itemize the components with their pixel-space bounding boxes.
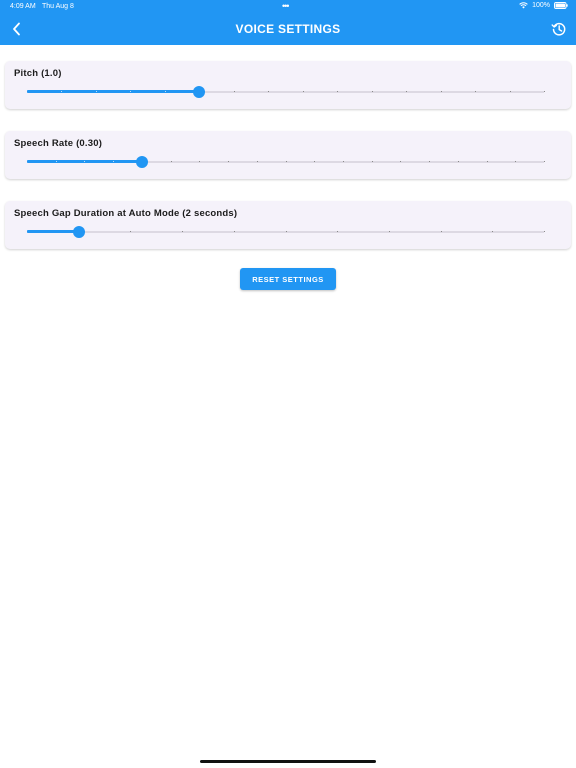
history-button[interactable] [550, 20, 568, 38]
slider-fill [27, 230, 79, 233]
speech-rate-label: Speech Rate (0.30) [14, 138, 103, 149]
slider-tick [400, 161, 402, 162]
slider-tick [371, 91, 373, 92]
slider-tick [233, 231, 235, 232]
status-date: Thu Aug 8 [42, 3, 74, 10]
home-indicator [200, 760, 376, 763]
slider-tick [492, 231, 494, 232]
pitch-card: Pitch (1.0) [5, 61, 571, 109]
slider-tick [457, 161, 459, 162]
battery-percent: 100% [532, 2, 550, 9]
slider-tick [406, 91, 408, 92]
slider-tick [371, 161, 373, 162]
top-bar: 4:09 AM Thu Aug 8 ••• 100% VOICE SETTING… [0, 0, 576, 45]
slider-tick [55, 161, 57, 162]
slider-tick [429, 161, 431, 162]
slider-tick [285, 161, 287, 162]
slider-tick [170, 161, 172, 162]
status-right: 100% [519, 2, 568, 9]
speech-rate-card: Speech Rate (0.30) [5, 131, 571, 179]
slider-tick [113, 161, 115, 162]
slider-tick [440, 91, 442, 92]
slider-tick [130, 231, 132, 232]
slider-fill [27, 90, 200, 93]
slider-thumb[interactable] [72, 226, 85, 238]
wifi-icon [519, 2, 528, 9]
slider-tick [164, 91, 166, 92]
status-time: 4:09 AM [10, 3, 36, 10]
reset-settings-button[interactable]: RESET SETTINGS [240, 268, 336, 290]
slider-tick [544, 161, 545, 162]
slider-tick [228, 161, 230, 162]
slider-tick [95, 91, 97, 92]
slider-tick [268, 91, 270, 92]
slider-tick [475, 91, 477, 92]
slider-tick [314, 161, 316, 162]
speech-rate-slider[interactable] [27, 155, 545, 169]
speech-gap-card: Speech Gap Duration at Auto Mode (2 seco… [5, 201, 571, 249]
slider-tick [544, 231, 545, 232]
nav-bar: VOICE SETTINGS [0, 14, 576, 45]
slider-tick [233, 91, 235, 92]
slider-tick [486, 161, 488, 162]
slider-tick [440, 231, 442, 232]
slider-tick [337, 91, 339, 92]
slider-tick [84, 161, 86, 162]
slider-tick [515, 161, 517, 162]
slider-tick [256, 161, 258, 162]
slider-tick [337, 231, 339, 232]
slider-thumb[interactable] [135, 156, 148, 168]
status-bar: 4:09 AM Thu Aug 8 ••• 100% [0, 0, 576, 14]
slider-tick [199, 161, 201, 162]
pitch-slider[interactable] [27, 85, 545, 99]
slider-tick [182, 231, 184, 232]
slider-tick [544, 91, 545, 92]
speech-gap-label: Speech Gap Duration at Auto Mode (2 seco… [14, 208, 238, 219]
slider-tick [509, 91, 511, 92]
battery-icon [554, 2, 568, 9]
speech-gap-slider[interactable] [27, 225, 545, 239]
slider-tick [61, 91, 63, 92]
slider-tick [388, 231, 390, 232]
slider-tick [130, 91, 132, 92]
slider-tick [285, 231, 287, 232]
multitasking-dots[interactable]: ••• [282, 1, 290, 11]
slider-tick [342, 161, 344, 162]
history-icon [551, 22, 566, 36]
slider-thumb[interactable] [193, 86, 206, 98]
pitch-label: Pitch (1.0) [14, 68, 62, 79]
page-title: VOICE SETTINGS [235, 22, 341, 36]
slider-tick [302, 91, 304, 92]
